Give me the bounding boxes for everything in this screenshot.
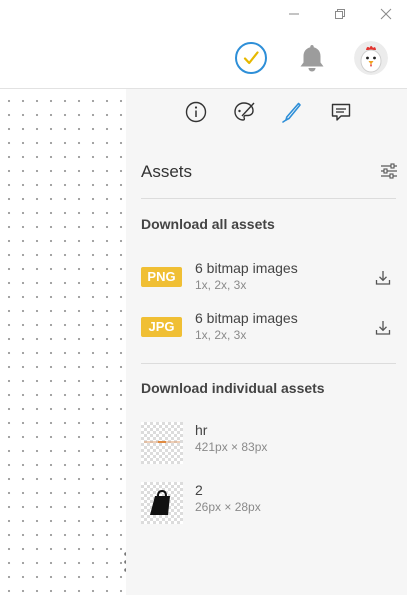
design-canvas[interactable] — [0, 89, 126, 595]
download-png-button[interactable] — [373, 268, 393, 288]
weight-icon — [150, 489, 170, 515]
comment-icon — [331, 103, 351, 121]
sliders-icon — [381, 163, 397, 179]
chicken-avatar-icon — [354, 41, 388, 75]
asset-name: 2 — [195, 482, 203, 498]
list-item-title: 6 bitmap images — [195, 260, 298, 276]
tab-info[interactable] — [183, 99, 209, 125]
inspector-panel: Assets Download all assets PNG 6 bitmap … — [126, 89, 407, 595]
restore-button[interactable] — [330, 4, 350, 24]
status-button[interactable] — [234, 41, 268, 75]
close-icon — [380, 8, 392, 20]
download-jpg-button[interactable] — [373, 318, 393, 338]
list-item-jpg[interactable]: JPG 6 bitmap images 1x, 2x, 3x — [141, 310, 397, 350]
asset-dimensions: 421px × 83px — [195, 440, 268, 454]
title-bar — [0, 0, 407, 89]
download-all-heading: Download all assets — [141, 216, 275, 232]
restore-icon — [335, 9, 345, 19]
list-item-scales: 1x, 2x, 3x — [195, 278, 247, 292]
assets-panel: Assets Download all assets PNG 6 bitmap … — [126, 136, 407, 595]
asset-name: hr — [195, 422, 208, 438]
tab-comments[interactable] — [328, 99, 354, 125]
notifications-button[interactable] — [296, 42, 328, 74]
download-icon — [375, 321, 391, 335]
download-icon — [375, 271, 391, 285]
tab-styles[interactable] — [231, 99, 257, 125]
filter-button[interactable] — [378, 160, 400, 182]
check-circle-icon — [235, 42, 267, 74]
minimize-icon — [289, 13, 299, 15]
pen-icon — [282, 102, 301, 123]
bell-icon — [300, 45, 324, 72]
info-icon — [185, 101, 207, 123]
individual-assets-heading: Download individual assets — [141, 380, 325, 396]
divider — [141, 363, 396, 364]
format-badge: JPG — [141, 317, 182, 337]
avatar[interactable] — [354, 41, 388, 75]
close-button[interactable] — [376, 4, 396, 24]
asset-item-hr[interactable]: hr 421px × 83px — [141, 422, 397, 464]
asset-dimensions: 26px × 28px — [195, 500, 261, 514]
minimize-button[interactable] — [284, 4, 304, 24]
divider — [141, 198, 396, 199]
asset-item-2[interactable]: 2 26px × 28px — [141, 482, 397, 524]
list-item-scales: 1x, 2x, 3x — [195, 328, 247, 342]
palette-icon — [234, 102, 255, 121]
panel-tabs — [126, 89, 407, 136]
asset-thumbnail — [141, 482, 183, 524]
list-item-png[interactable]: PNG 6 bitmap images 1x, 2x, 3x — [141, 260, 397, 300]
page-title: Assets — [141, 162, 193, 181]
list-item-title: 6 bitmap images — [195, 310, 298, 326]
hr-preview-icon — [144, 441, 180, 443]
format-badge: PNG — [141, 267, 182, 287]
tab-code[interactable] — [278, 99, 304, 125]
asset-thumbnail — [141, 422, 183, 464]
